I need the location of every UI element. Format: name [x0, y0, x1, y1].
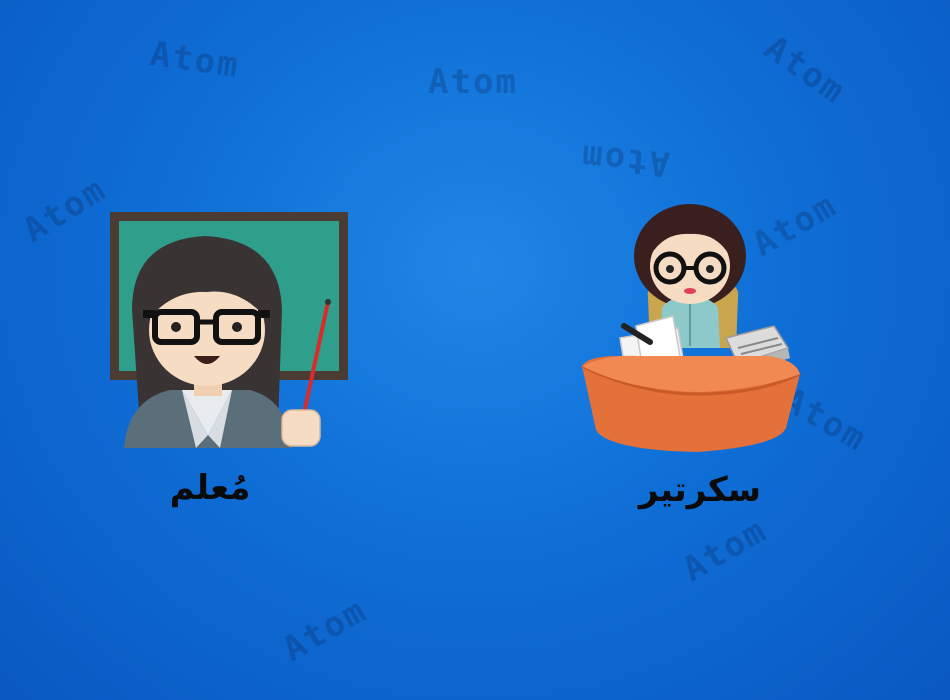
secretary-figure[interactable] [578, 198, 803, 456]
teacher-label: مُعلم [169, 468, 251, 508]
watermark: Atom [578, 136, 672, 184]
watermark: Atom [16, 169, 114, 251]
watermark: Atom [676, 510, 774, 590]
watermark: Atom [276, 590, 374, 670]
watermark: Atom [756, 27, 854, 113]
secretary-icon [581, 204, 801, 452]
watermark: Atom [428, 62, 518, 102]
teacher-figure[interactable] [110, 210, 350, 455]
watermark: Atom [147, 33, 243, 87]
secretary-label: سكرتير [638, 470, 762, 510]
teacher-icon [110, 212, 348, 448]
